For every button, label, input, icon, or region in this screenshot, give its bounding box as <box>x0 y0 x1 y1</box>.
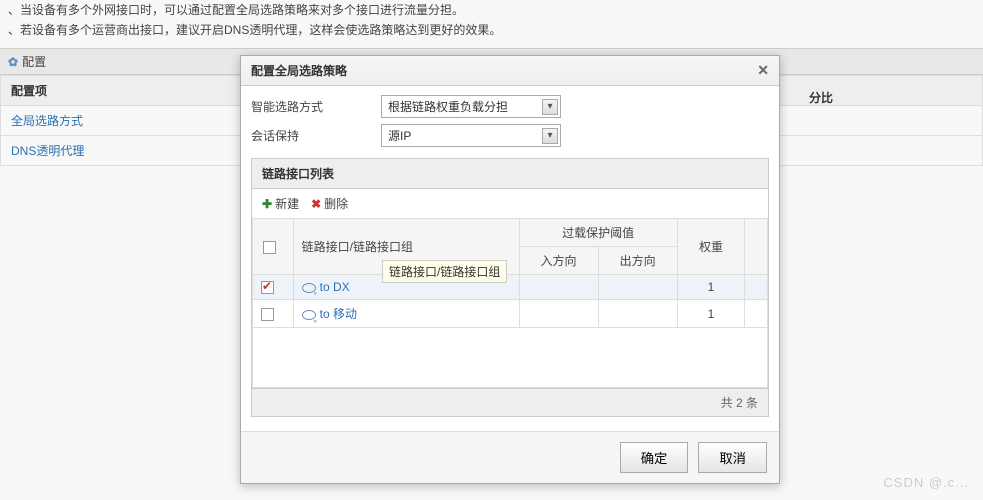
dialog-titlebar: 配置全局选路策略 ✕ <box>241 56 779 86</box>
session-persist-label: 会话保持 <box>251 127 371 144</box>
link-icon: ∘ <box>302 283 316 293</box>
routing-mode-label: 智能选路方式 <box>251 98 371 115</box>
col-overload: 过载保护阈值 <box>519 219 677 247</box>
col-weight: 权重 <box>677 219 745 275</box>
x-icon: ✖ <box>311 197 321 211</box>
row-checkbox[interactable] <box>261 308 274 321</box>
ok-button[interactable]: 确定 <box>620 442 689 473</box>
context-description: 、当设备有多个外网接口时，可以通过配置全局选路策略来对多个接口进行流量分担。 、… <box>0 0 983 48</box>
routing-mode-value: 根据链路权重负载分担 <box>388 98 508 115</box>
column-header-fragment: 分比 <box>809 89 833 106</box>
close-icon[interactable]: ✕ <box>757 62 769 79</box>
routing-mode-select[interactable]: 根据链路权重负载分担 ▾ <box>381 95 561 118</box>
add-button[interactable]: ✚ 新建 <box>262 195 299 212</box>
session-persist-select[interactable]: 源IP ▾ <box>381 124 561 147</box>
panel-title: 链路接口列表 <box>252 159 768 189</box>
table-row[interactable]: ∘to 移动 1 <box>253 300 768 328</box>
col-in: 入方向 <box>519 247 598 275</box>
interface-table: 链路接口/链路接口组 过载保护阈值 权重 入方向 出方向 ∘ to DX <box>252 218 768 388</box>
gear-icon: ✿ <box>8 55 18 69</box>
dialog-title: 配置全局选路策略 <box>251 62 347 79</box>
panel-footer-count: 共 2 条 <box>252 388 768 416</box>
row-name: to 移动 <box>320 307 357 321</box>
row-checkbox[interactable] <box>261 281 274 294</box>
watermark: CSDN @.c... <box>883 475 969 490</box>
col-out: 出方向 <box>598 247 677 275</box>
cancel-button[interactable]: 取消 <box>698 442 767 473</box>
link-icon: ∘ <box>302 310 316 320</box>
table-row[interactable]: ∘to DX 1 <box>253 275 768 300</box>
chevron-down-icon: ▾ <box>542 99 558 115</box>
plus-icon: ✚ <box>262 197 272 211</box>
select-all-checkbox[interactable] <box>263 241 276 254</box>
configure-global-routing-dialog: 配置全局选路策略 ✕ 智能选路方式 根据链路权重负载分担 ▾ 会话保持 源IP … <box>240 55 780 484</box>
column-tooltip: 链路接口/链路接口组 <box>382 260 507 283</box>
config-label: 配置 <box>22 53 46 70</box>
delete-button[interactable]: ✖ 删除 <box>311 195 348 212</box>
session-persist-value: 源IP <box>388 127 411 144</box>
chevron-down-icon: ▾ <box>542 128 558 144</box>
row-name: to DX <box>320 280 350 294</box>
link-interface-panel: 链路接口列表 ✚ 新建 ✖ 删除 链路接口/链路接口组 过载保护阈值 <box>251 158 769 417</box>
